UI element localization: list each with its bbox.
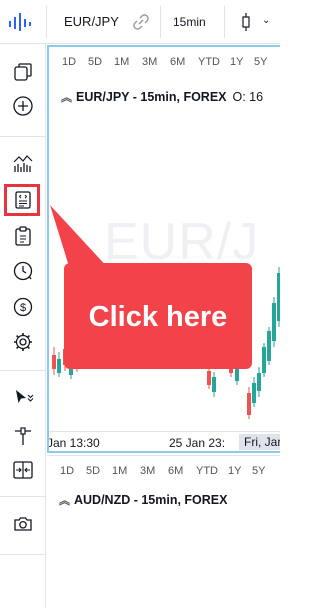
candle-body [212, 377, 216, 392]
series-legend: ︽ AUD/NZD - 15min, FOREX [59, 492, 228, 508]
compare-icon[interactable] [11, 458, 35, 482]
symbol-search-button[interactable]: EUR/JPY [64, 14, 119, 29]
candle-body [272, 303, 276, 341]
ohlc-readout: O: 16 [232, 90, 264, 104]
link-icon[interactable] [132, 13, 150, 31]
candle-body [57, 359, 61, 373]
chevron-down-icon[interactable]: ⌄ [262, 15, 270, 26]
logo-icon[interactable] [6, 10, 34, 34]
legend-title: AUD/NZD - 15min, FOREX [74, 493, 228, 507]
settings-gear-icon[interactable] [11, 330, 35, 354]
series-legend: ︽ EUR/JPY - 15min, FOREX O: 16 [61, 89, 263, 105]
toolbar-divider [160, 6, 161, 38]
range-button[interactable]: 6M [168, 465, 183, 477]
candle-body [267, 331, 271, 361]
svg-text:$: $ [20, 302, 26, 314]
time-axis-label: Jan 13:30 [47, 436, 100, 450]
toolbar-divider [0, 136, 46, 137]
callout-text: Click here [88, 301, 228, 333]
time-axis[interactable]: Jan 13:30 25 Jan 23: Fri, Jan [47, 431, 280, 451]
toolbar-divider [224, 6, 225, 38]
collapse-chevron-icon[interactable]: ︽ [59, 495, 70, 507]
camera-icon[interactable] [11, 512, 35, 536]
toolbar-divider [0, 554, 46, 555]
time-axis-label: 25 Jan 23: [169, 436, 226, 450]
toolbar-divider [0, 496, 46, 497]
toolbar-divider [0, 370, 46, 371]
top-toolbar: EUR/JPY 15min ⌄ [0, 0, 280, 44]
dollar-icon[interactable]: $ [11, 295, 35, 319]
script-editor-icon[interactable] [11, 188, 35, 212]
chart-pane-eurjpy[interactable]: 1D 5D 1M 3M 6M YTD 1Y 5Y EUR/J ︽ EUR/JPY … [47, 45, 280, 453]
candle-body [52, 355, 56, 369]
interval-button[interactable]: 15min [173, 15, 206, 29]
range-selector: 1D 5D 1M 3M 6M YTD 1Y 5Y [47, 462, 280, 480]
clipboard-icon[interactable] [11, 224, 35, 248]
click-here-callout: Click here [64, 263, 252, 369]
crosshair-icon[interactable] [11, 424, 35, 448]
range-button[interactable]: 1Y [228, 465, 241, 477]
candle-body [277, 273, 280, 321]
toolbar-divider [46, 6, 47, 38]
cursor-icon[interactable] [11, 386, 35, 410]
add-icon[interactable] [11, 94, 35, 118]
candle-body [262, 347, 266, 373]
candle-body [207, 371, 211, 385]
candle-body [252, 383, 256, 403]
chart-pane-audnzd[interactable]: 1D 5D 1M 3M 6M YTD 1Y 5Y ︽ AUD/NZD - 15mi… [47, 455, 280, 608]
indicators-icon[interactable] [11, 152, 35, 176]
range-button[interactable]: 1M [112, 465, 127, 477]
time-axis-current-label: Fri, Jan [239, 434, 280, 450]
legend-title: EUR/JPY - 15min, FOREX [76, 90, 227, 104]
collapse-chevron-icon[interactable]: ︽ [61, 92, 72, 104]
range-button[interactable]: 5Y [252, 465, 265, 477]
range-button[interactable]: 1D [60, 465, 74, 477]
range-button[interactable]: YTD [196, 465, 218, 477]
candle-body [257, 373, 261, 391]
range-button[interactable]: 5D [86, 465, 100, 477]
range-button[interactable]: 3M [140, 465, 155, 477]
candle-body [247, 393, 251, 415]
layout-icon[interactable] [11, 60, 35, 84]
drawing-toolbar: $ [0, 44, 46, 608]
alert-clock-icon[interactable] [11, 259, 35, 283]
candlestick-icon[interactable] [240, 12, 252, 32]
